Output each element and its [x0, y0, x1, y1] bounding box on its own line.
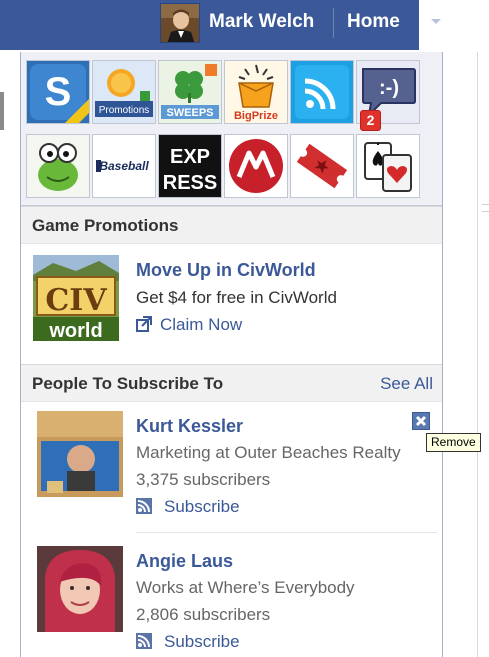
- svg-text:RESS: RESS: [163, 172, 217, 194]
- s-free-app-icon[interactable]: S: [26, 60, 90, 124]
- world-logo-text: world: [48, 320, 102, 341]
- header-divider: [333, 8, 334, 38]
- promotions-app-icon[interactable]: Promotions: [92, 60, 156, 124]
- close-icon: [415, 415, 427, 427]
- person-name-link[interactable]: Kurt Kessler: [136, 416, 243, 437]
- playing-cards-app-icon[interactable]: [356, 134, 420, 198]
- svg-text::-): :-): [379, 77, 399, 99]
- promo-title-link[interactable]: Move Up in CivWorld: [136, 260, 316, 281]
- person-subtitle: Works at Where’s Everybody: [136, 578, 355, 597]
- kurt-kessler-avatar[interactable]: [37, 411, 123, 497]
- svg-text:Promotions: Promotions: [99, 105, 150, 116]
- svg-text:BigPrize: BigPrize: [234, 110, 278, 122]
- apps-grid: S Promotions SWEEPS BigPrize 2:-) Baseb…: [21, 52, 442, 206]
- angie-laus-avatar[interactable]: [37, 546, 123, 632]
- row-divider: [136, 532, 437, 533]
- frog-app-icon[interactable]: [26, 134, 90, 198]
- bigprize-app-icon[interactable]: BigPrize: [224, 60, 288, 124]
- app-notification-badge[interactable]: 2: [360, 110, 381, 131]
- scrollbar-grip-icon[interactable]: [482, 204, 489, 212]
- scrollbar[interactable]: [477, 52, 489, 657]
- svg-text:EXP: EXP: [170, 146, 210, 168]
- subscribe-link[interactable]: Subscribe: [164, 632, 240, 652]
- baseball-app-icon[interactable]: Baseball: [92, 134, 156, 198]
- wifi-app-icon[interactable]: [290, 60, 354, 124]
- promo-description: Get $4 for free in CivWorld: [136, 288, 337, 307]
- person-subscriber-count: 2,806 subscribers: [136, 605, 271, 624]
- sidebar-dropdown-panel: S Promotions SWEEPS BigPrize 2:-) Baseb…: [20, 52, 443, 657]
- person-name-link[interactable]: Angie Laus: [136, 551, 233, 572]
- ticket-app-icon[interactable]: [290, 134, 354, 198]
- remove-suggestion-button[interactable]: [412, 412, 430, 430]
- claim-now-link[interactable]: Claim Now: [160, 315, 242, 335]
- game-promotions-title: Game Promotions: [32, 216, 179, 235]
- civ-logo-text: CIV: [45, 283, 107, 318]
- subscribe-section-header: People To Subscribe To See All: [21, 364, 442, 402]
- person-subtitle: Marketing at Outer Beaches Realty: [136, 443, 401, 462]
- sweeps-clover-app-icon[interactable]: SWEEPS: [158, 60, 222, 124]
- page-background-left: [0, 52, 20, 657]
- external-link-icon: [136, 316, 152, 332]
- profile-name-link[interactable]: Mark Welch: [209, 11, 314, 33]
- express-app-icon[interactable]: EXP RESS: [158, 134, 222, 198]
- subscribe-link[interactable]: Subscribe: [164, 497, 240, 517]
- home-link[interactable]: Home: [347, 11, 400, 33]
- remove-tooltip: Remove: [426, 433, 481, 452]
- subscribe-section-title: People To Subscribe To: [32, 374, 224, 393]
- account-menu-caret-icon[interactable]: [431, 19, 441, 24]
- rss-icon: [136, 498, 152, 514]
- m-logo-app-icon[interactable]: [224, 134, 288, 198]
- see-all-link[interactable]: See All: [380, 374, 433, 394]
- svg-text:Baseball: Baseball: [99, 159, 149, 173]
- rss-icon: [136, 633, 152, 649]
- svg-text:SWEEPS: SWEEPS: [166, 107, 213, 119]
- svg-text:S: S: [45, 70, 72, 114]
- top-navigation-bar: Mark Welch Home: [0, 0, 489, 52]
- civworld-thumbnail[interactable]: CIV world: [33, 255, 119, 341]
- profile-avatar[interactable]: [160, 3, 200, 43]
- header-right-margin: [419, 0, 489, 52]
- person-subscriber-count: 3,375 subscribers: [136, 470, 271, 489]
- game-promotions-header: Game Promotions: [21, 206, 442, 244]
- page-left-accent: [0, 92, 4, 130]
